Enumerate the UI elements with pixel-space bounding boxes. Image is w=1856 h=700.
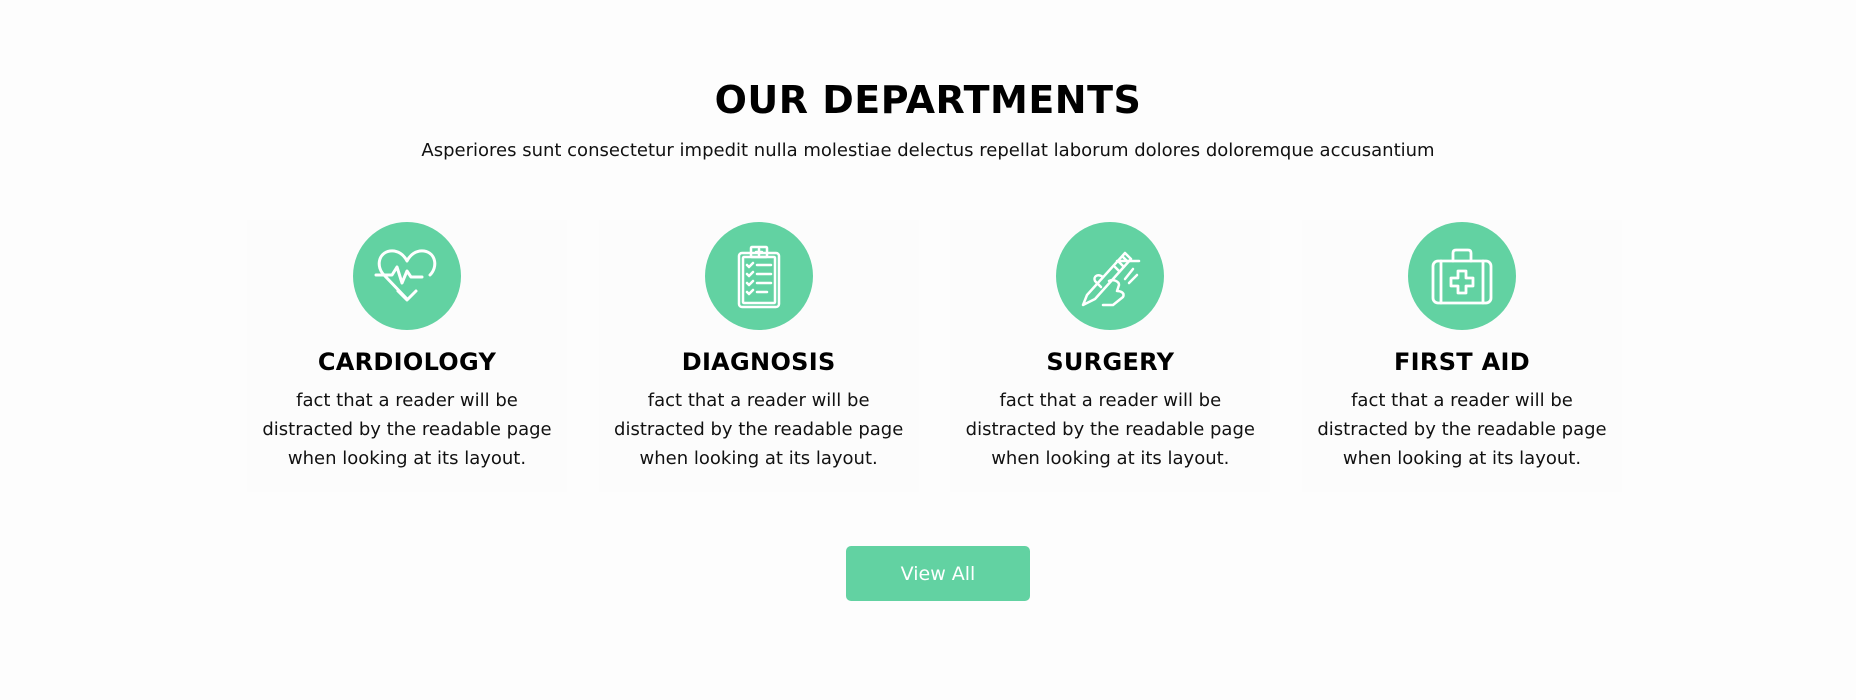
scalpel-hand-icon <box>1056 222 1165 330</box>
department-card-diagnosis: DIAGNOSIS fact that a reader will be dis… <box>598 220 919 492</box>
department-title: SURGERY <box>1046 348 1175 376</box>
departments-section: OUR DEPARTMENTS Asperiores sunt consecte… <box>0 0 1856 700</box>
section-title: OUR DEPARTMENTS <box>714 78 1142 122</box>
section-subtitle: Asperiores sunt consectetur impedit null… <box>421 140 1435 161</box>
department-title: CARDIOLOGY <box>317 348 497 376</box>
department-description: fact that a reader will be distracted by… <box>614 390 904 469</box>
department-card-first-aid: FIRST AID fact that a reader will be dis… <box>1301 220 1622 492</box>
clipboard-checklist-icon <box>704 222 813 330</box>
department-card-cardiology: CARDIOLOGY fact that a reader will be di… <box>247 220 567 492</box>
department-card-surgery: SURGERY fact that a reader will be distr… <box>950 220 1271 492</box>
department-title: FIRST AID <box>1393 348 1530 376</box>
department-description: fact that a reader will be distracted by… <box>1317 390 1607 469</box>
department-cards: CARDIOLOGY fact that a reader will be di… <box>247 220 1622 492</box>
first-aid-kit-icon <box>1407 222 1516 330</box>
view-all-button[interactable]: View All <box>846 546 1030 601</box>
department-description: fact that a reader will be distracted by… <box>262 390 552 469</box>
heartbeat-icon <box>353 222 461 330</box>
department-title: DIAGNOSIS <box>681 348 836 376</box>
department-description: fact that a reader will be distracted by… <box>965 390 1255 469</box>
